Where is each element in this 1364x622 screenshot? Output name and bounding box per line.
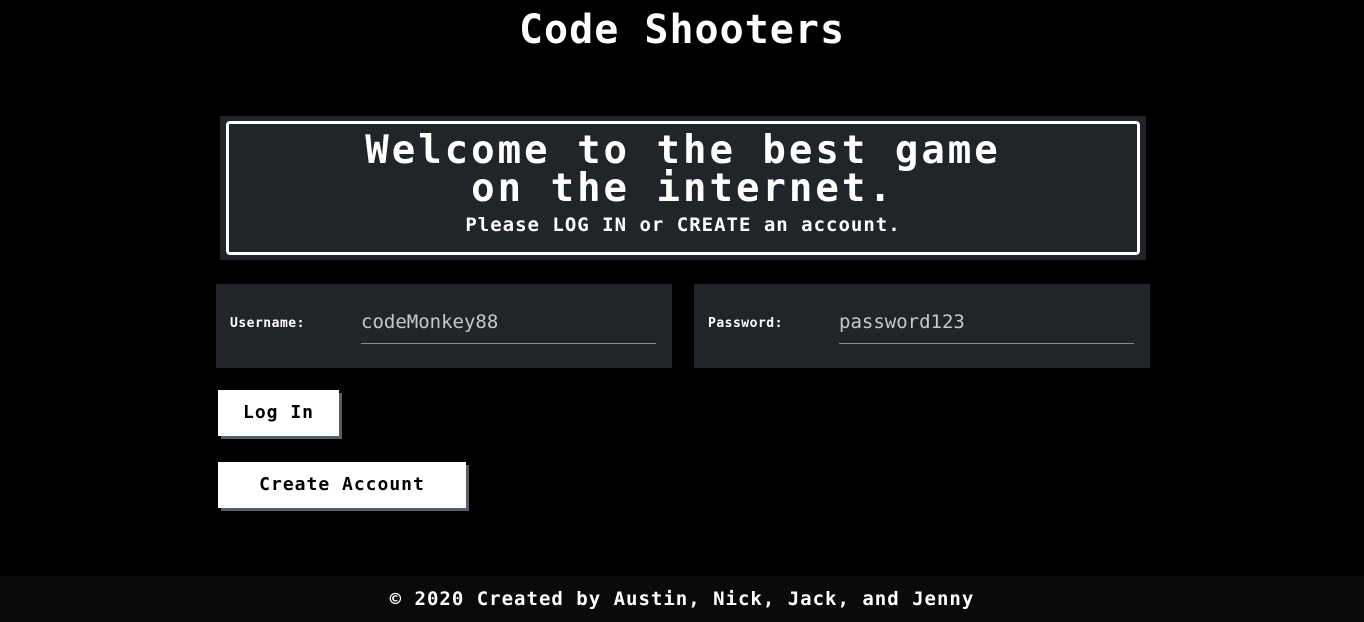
footer-credits: © 2020 Created by Austin, Nick, Jack, an… xyxy=(389,588,975,610)
password-input[interactable] xyxy=(839,306,1134,344)
password-label: Password: xyxy=(708,316,783,331)
footer: © 2020 Created by Austin, Nick, Jack, an… xyxy=(0,576,1364,622)
username-field-group: Username: xyxy=(216,284,672,368)
welcome-banner-frame: Welcome to the best game on the internet… xyxy=(226,121,1140,255)
login-button[interactable]: Log In xyxy=(218,390,339,436)
password-field-group: Password: xyxy=(694,284,1150,368)
username-label: Username: xyxy=(230,316,305,331)
welcome-headline-line-1: Welcome to the best game xyxy=(365,128,1001,173)
create-account-button[interactable]: Create Account xyxy=(218,462,466,508)
welcome-subtext: Please LOG IN or CREATE an account. xyxy=(465,214,901,236)
welcome-headline-line-2: on the internet. xyxy=(471,166,895,211)
page: Code Shooters Welcome to the best game o… xyxy=(0,0,1364,622)
page-title: Code Shooters xyxy=(518,7,846,53)
username-input[interactable] xyxy=(361,306,656,344)
welcome-headline: Welcome to the best game on the internet… xyxy=(229,128,1137,211)
welcome-banner: Welcome to the best game on the internet… xyxy=(220,116,1146,260)
